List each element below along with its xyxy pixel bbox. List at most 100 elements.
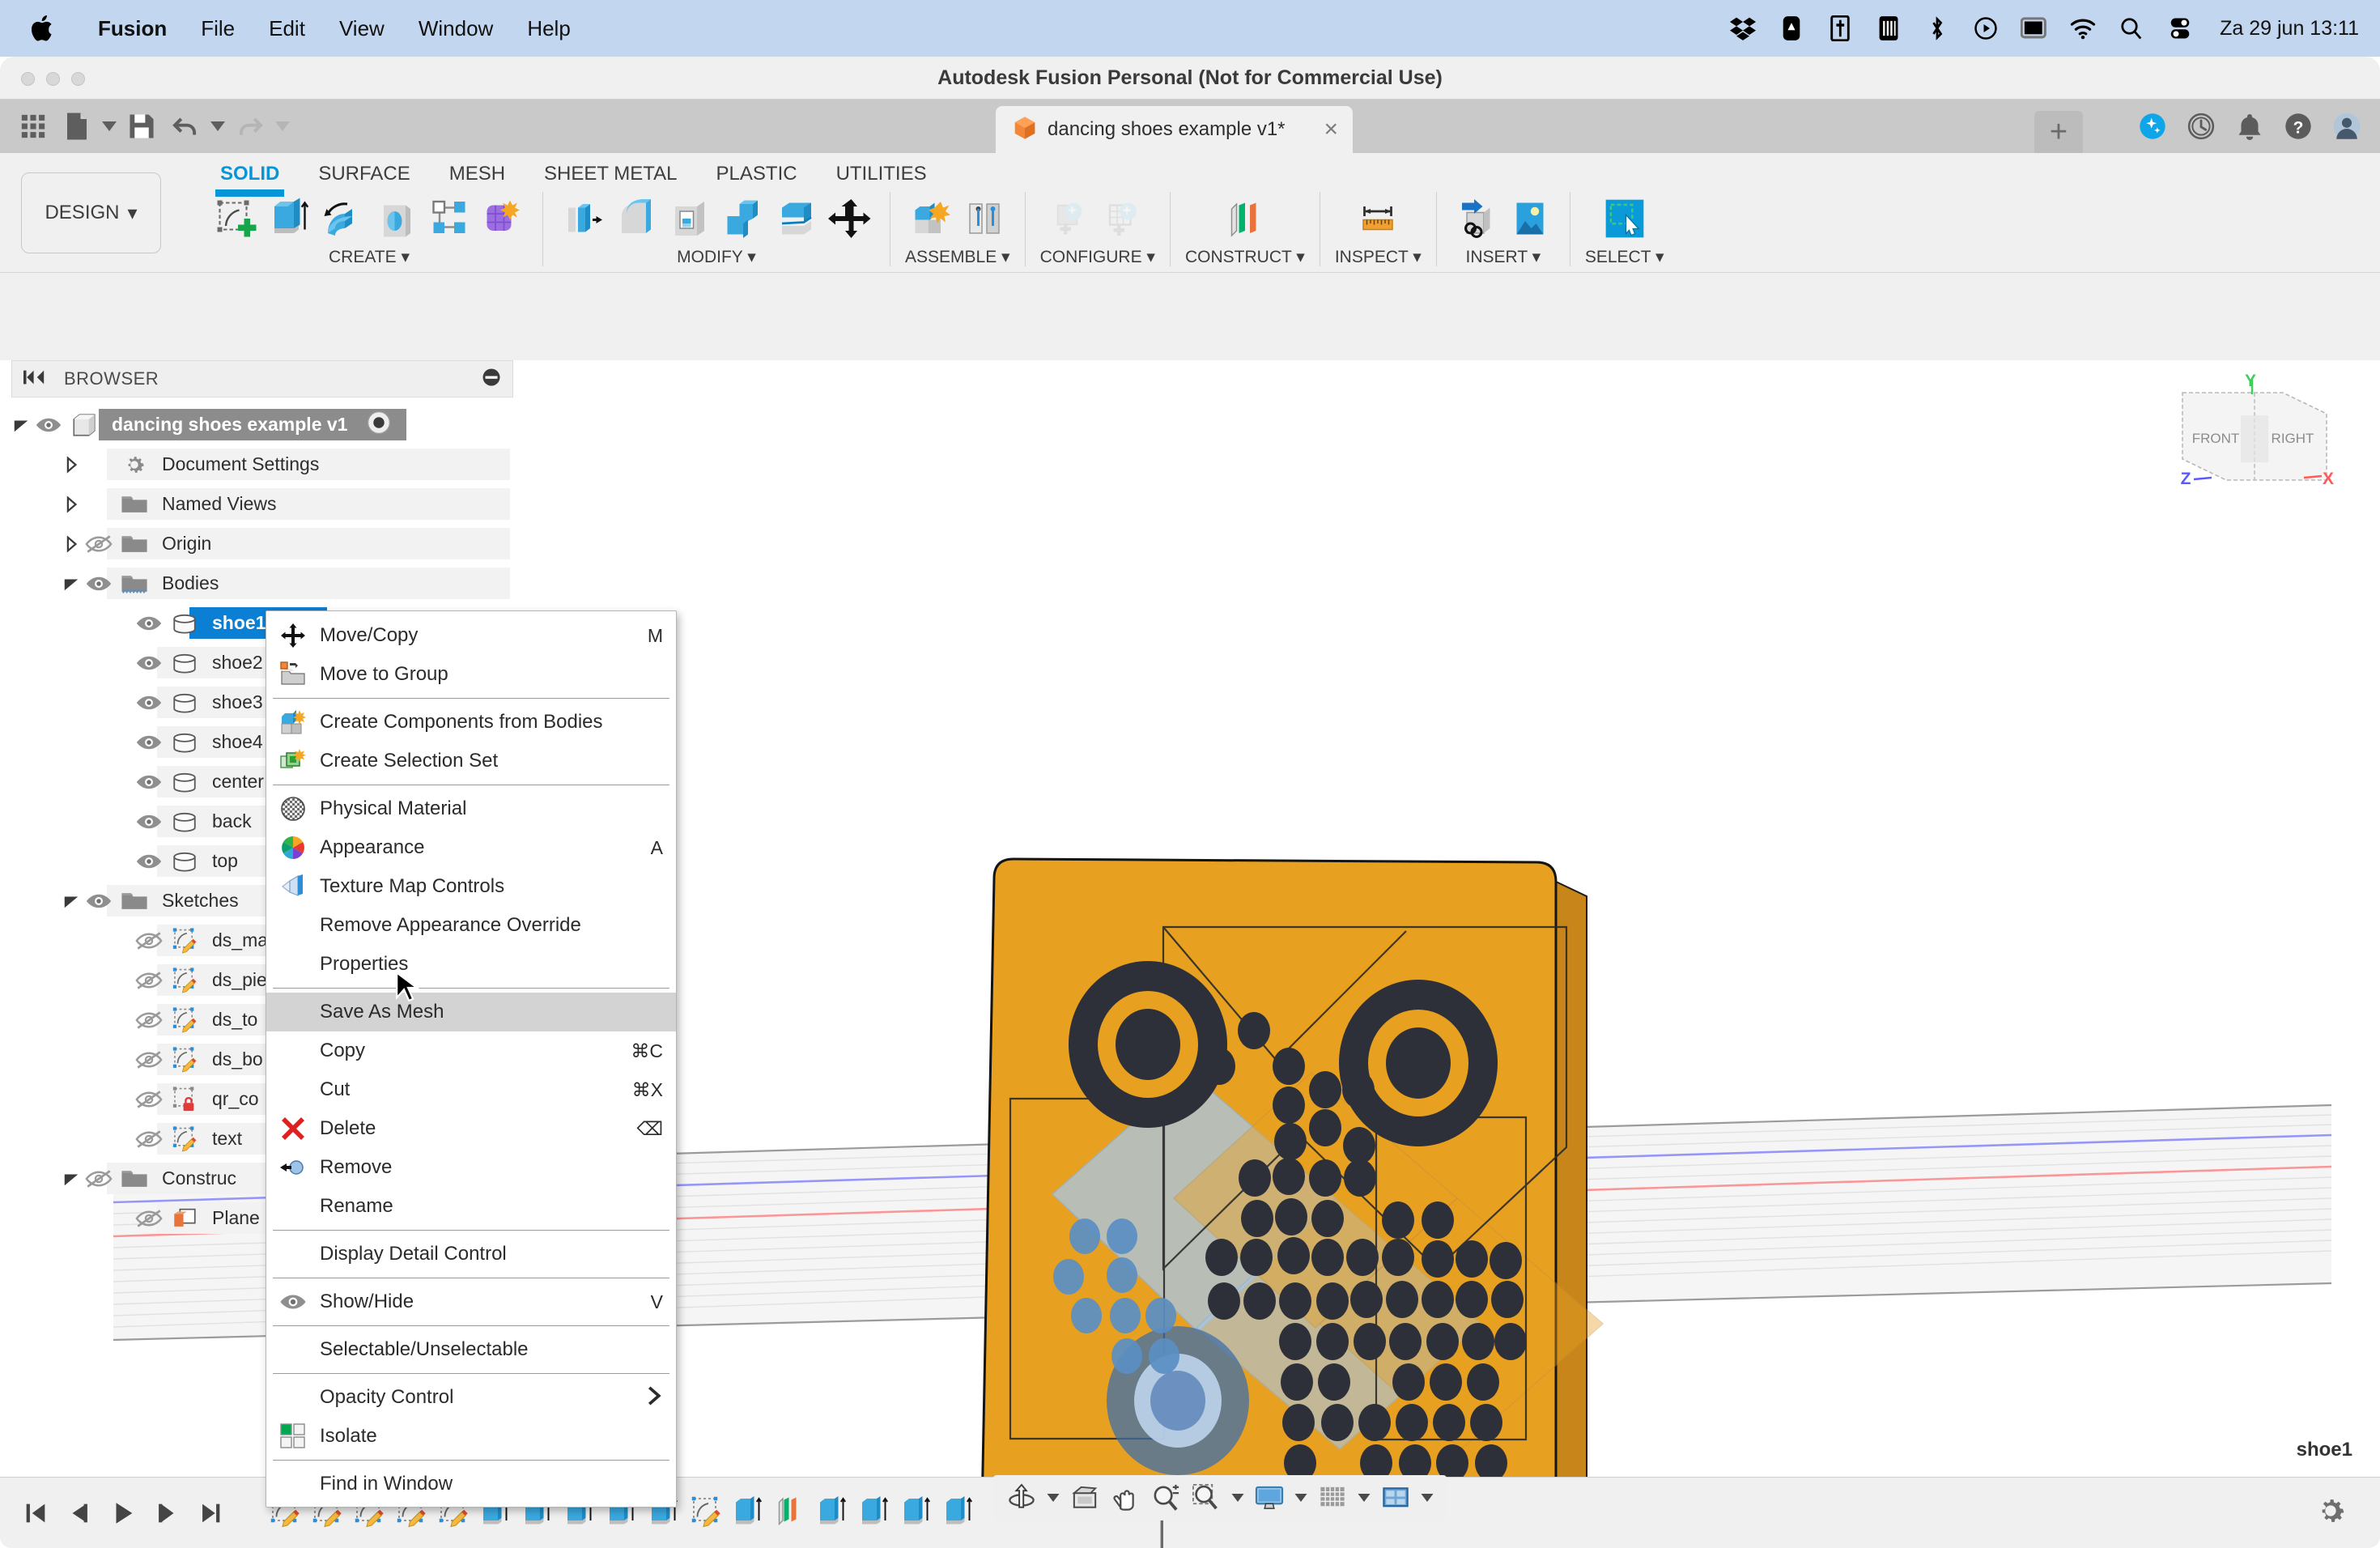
play-circle-icon[interactable] (1972, 15, 2000, 42)
view-cube[interactable]: FRONT RIGHT Y X Z (2153, 368, 2356, 506)
chevron-down-icon[interactable] (60, 572, 83, 595)
go-to-end-icon[interactable] (193, 1495, 228, 1531)
tab-surface[interactable]: SURFACE (299, 153, 429, 185)
window-traffic-lights[interactable] (21, 72, 85, 86)
minimize-window-button[interactable] (46, 72, 60, 86)
redo-caret-icon[interactable] (272, 104, 293, 148)
menu-item-remove[interactable]: Remove (266, 1148, 676, 1187)
joint-icon[interactable] (959, 194, 1009, 244)
menu-item-find-in-window[interactable]: Find in Window (266, 1465, 676, 1503)
new-tab-button[interactable]: + (2034, 111, 2083, 153)
undo-caret-icon[interactable] (207, 104, 228, 148)
display-settings-caret-icon[interactable] (1291, 1479, 1311, 1516)
wifi-icon[interactable] (2069, 15, 2097, 42)
shell-icon[interactable] (665, 194, 715, 244)
macmenu-item-fusion[interactable]: Fusion (81, 0, 184, 57)
eye-icon[interactable] (83, 885, 115, 917)
macmenu-item-edit[interactable]: Edit (252, 0, 322, 57)
macmenu-item-help[interactable]: Help (510, 0, 587, 57)
radio-dot-icon[interactable] (367, 410, 391, 439)
eye-hidden-icon[interactable] (133, 925, 165, 957)
move-copy-icon[interactable] (825, 194, 875, 244)
tab-solid[interactable]: SOLID (201, 153, 299, 197)
eye-icon[interactable] (133, 687, 165, 719)
eye-icon[interactable] (133, 726, 165, 759)
menu-item-save-as-mesh[interactable]: Save As Mesh (266, 993, 676, 1031)
control-center-icon[interactable] (2166, 15, 2194, 42)
macmenu-item-view[interactable]: View (322, 0, 402, 57)
menu-item-properties[interactable]: Properties (266, 945, 676, 984)
fit-icon[interactable] (1188, 1479, 1225, 1516)
grid-snaps-icon[interactable] (1314, 1479, 1351, 1516)
tab-sheet-metal[interactable]: SHEET METAL (525, 153, 696, 185)
zoom-window-button[interactable] (71, 72, 85, 86)
menu-item-show-hide[interactable]: Show/Hide V (266, 1282, 676, 1321)
revolve-icon[interactable] (317, 194, 368, 244)
menu-item-move-to-group[interactable]: Move to Group (266, 655, 676, 694)
collapse-left-icon[interactable] (23, 370, 46, 389)
close-icon[interactable]: × (1324, 117, 1339, 142)
menu-item-texture-map-controls[interactable]: Texture Map Controls (266, 867, 676, 906)
eye-hidden-icon[interactable] (83, 528, 115, 560)
menu-item-appearance[interactable]: Appearance A (266, 828, 676, 867)
pan-icon[interactable] (1107, 1479, 1144, 1516)
search-icon[interactable] (2118, 15, 2145, 42)
sweep-icon[interactable] (371, 194, 421, 244)
tree-item-named-views[interactable]: Named Views (0, 484, 534, 524)
create-form-icon[interactable] (478, 194, 528, 244)
chevron-right-icon[interactable] (60, 453, 83, 476)
insert-derive-icon[interactable] (1451, 194, 1502, 244)
zoom-icon[interactable] (1147, 1479, 1184, 1516)
fit-caret-icon[interactable] (1228, 1479, 1247, 1516)
timeline-node-extrude[interactable] (855, 1492, 894, 1534)
offset-plane-icon[interactable] (1220, 194, 1270, 244)
fillet-icon[interactable] (611, 194, 661, 244)
timeline-node-sketch[interactable] (686, 1492, 725, 1534)
tree-item-document-settings[interactable]: Document Settings (0, 444, 534, 484)
macmenu-item-window[interactable]: Window (402, 0, 510, 57)
eye-icon[interactable] (133, 647, 165, 679)
history-clock-icon[interactable] (2187, 113, 2215, 140)
audio-mixer-icon[interactable] (1826, 15, 1854, 42)
menu-item-delete[interactable]: Delete ⌫ (266, 1109, 676, 1148)
panel-inspect-label[interactable]: INSPECT ▾ (1335, 247, 1422, 267)
dropbox-icon[interactable] (1729, 15, 1757, 42)
grid-apps-icon[interactable] (11, 104, 55, 148)
chevron-right-icon[interactable] (60, 493, 83, 516)
new-component-icon[interactable] (906, 194, 956, 244)
timeline-node-extrude[interactable] (813, 1492, 852, 1534)
step-forward-icon[interactable] (149, 1495, 185, 1531)
notifications-bell-icon[interactable] (2236, 113, 2263, 140)
new-file-icon[interactable] (55, 104, 99, 148)
drive-icon[interactable] (1778, 15, 1805, 42)
orbit-icon[interactable] (1003, 1479, 1040, 1516)
configure-table-icon[interactable] (1099, 194, 1150, 244)
menu-item-copy[interactable]: Copy ⌘C (266, 1031, 676, 1070)
tab-mesh[interactable]: MESH (430, 153, 525, 185)
menubar-clock[interactable]: Za 29 jun 13:11 (2220, 17, 2359, 40)
chevron-down-icon[interactable] (60, 890, 83, 912)
timeline-node-plane[interactable] (771, 1492, 810, 1534)
panel-construct-label[interactable]: CONSTRUCT ▾ (1185, 247, 1305, 267)
tab-utilities[interactable]: UTILITIES (817, 153, 946, 185)
eye-hidden-icon[interactable] (133, 1202, 165, 1235)
menu-item-create-selection-set[interactable]: Create Selection Set (266, 742, 676, 780)
play-icon[interactable] (105, 1495, 141, 1531)
panel-configure-label[interactable]: CONFIGURE ▾ (1040, 247, 1155, 267)
minimize-icon[interactable] (482, 368, 501, 391)
panel-assemble-label[interactable]: ASSEMBLE ▾ (905, 247, 1010, 267)
panel-select-label[interactable]: SELECT ▾ (1585, 247, 1664, 267)
tree-item-origin[interactable]: Origin (0, 524, 534, 563)
insert-canvas-icon[interactable] (1505, 194, 1555, 244)
split-face-icon[interactable] (771, 194, 822, 244)
configure-design-icon[interactable] (1046, 194, 1096, 244)
menu-item-move-copy[interactable]: Move/Copy M (266, 616, 676, 655)
help-question-icon[interactable]: ? (2284, 113, 2312, 140)
timeline-settings-gear-icon[interactable] (2314, 1494, 2348, 1532)
timeline-node-extrude[interactable] (897, 1492, 936, 1534)
eye-icon[interactable] (32, 409, 65, 441)
eye-icon[interactable] (133, 806, 165, 838)
eye-icon[interactable] (133, 607, 165, 640)
step-back-icon[interactable] (62, 1495, 97, 1531)
save-icon[interactable] (120, 104, 164, 148)
